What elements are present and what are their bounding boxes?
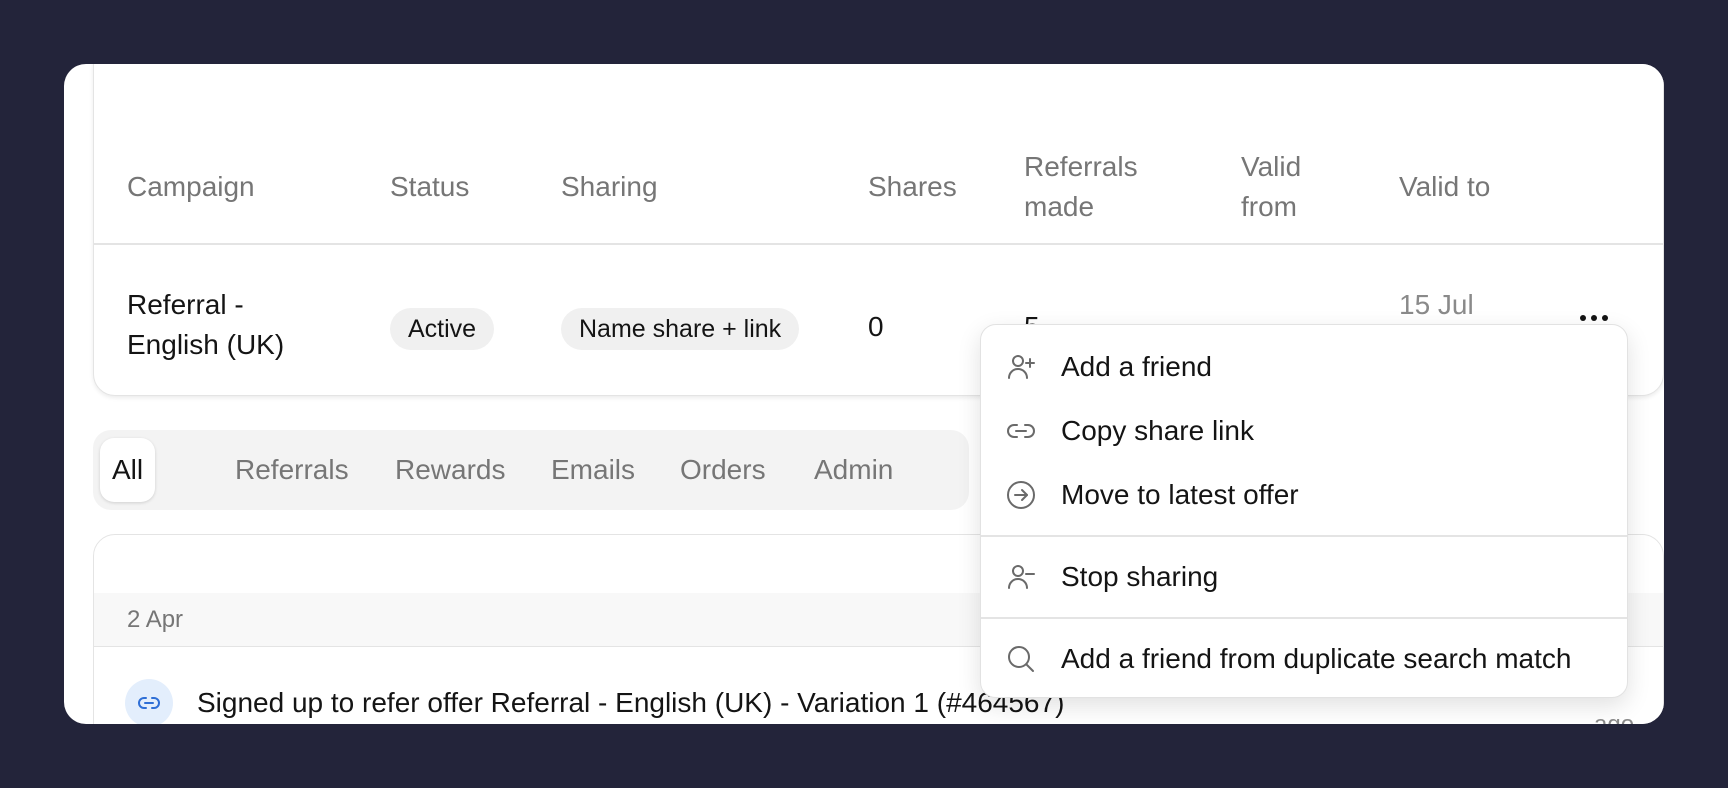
user-minus-icon bbox=[1005, 561, 1037, 593]
arrow-right-circle-icon bbox=[1005, 479, 1037, 511]
menu-item-add-friend-duplicate-search[interactable]: Add a friend from duplicate search match bbox=[981, 631, 1627, 687]
menu-divider bbox=[981, 535, 1627, 537]
header-shares: Shares bbox=[868, 171, 957, 202]
header-status: Status bbox=[390, 171, 470, 202]
date-label: 2 Apr bbox=[127, 606, 184, 633]
header-divider bbox=[94, 243, 1663, 245]
user-plus-icon bbox=[1005, 351, 1037, 383]
menu-item-stop-sharing[interactable]: Stop sharing bbox=[981, 549, 1627, 605]
status-badge: Active bbox=[390, 308, 495, 350]
header-valid-from: Valid from bbox=[1241, 151, 1302, 222]
menu-divider bbox=[981, 617, 1627, 619]
search-icon bbox=[1005, 643, 1037, 675]
menu-item-copy-share-link[interactable]: Copy share link bbox=[981, 403, 1627, 459]
shares-value: 0 bbox=[868, 311, 884, 342]
header-campaign: Campaign bbox=[127, 171, 255, 202]
menu-item-move-to-latest-offer[interactable]: Move to latest offer bbox=[981, 467, 1627, 523]
tab-emails[interactable]: Emails bbox=[539, 438, 647, 502]
tab-referrals[interactable]: Referrals bbox=[223, 438, 361, 502]
tab-orders[interactable]: Orders bbox=[668, 438, 778, 502]
tab-rewards[interactable]: Rewards bbox=[383, 438, 517, 502]
header-referrals-made: Referrals made bbox=[1024, 151, 1138, 222]
link-icon bbox=[125, 679, 173, 724]
sharing-badge: Name share + link bbox=[561, 308, 800, 350]
campaign-name[interactable]: Referral - English (UK) bbox=[127, 285, 284, 365]
menu-item-add-friend[interactable]: Add a friend bbox=[981, 339, 1627, 395]
tab-admin[interactable]: Admin bbox=[802, 438, 905, 502]
tab-all[interactable]: All bbox=[100, 438, 156, 502]
link-icon bbox=[1005, 415, 1037, 447]
timeline-event-text: Signed up to refer offer Referral - Engl… bbox=[197, 687, 1065, 718]
timeline-event-time: ago bbox=[1594, 711, 1634, 724]
header-sharing: Sharing bbox=[561, 171, 658, 202]
activity-tabs: All Referrals Rewards Emails Orders Admi… bbox=[93, 430, 969, 510]
header-valid-to: Valid to bbox=[1399, 171, 1491, 202]
row-actions-menu: Add a friend Copy share link Move to lat… bbox=[980, 324, 1628, 698]
